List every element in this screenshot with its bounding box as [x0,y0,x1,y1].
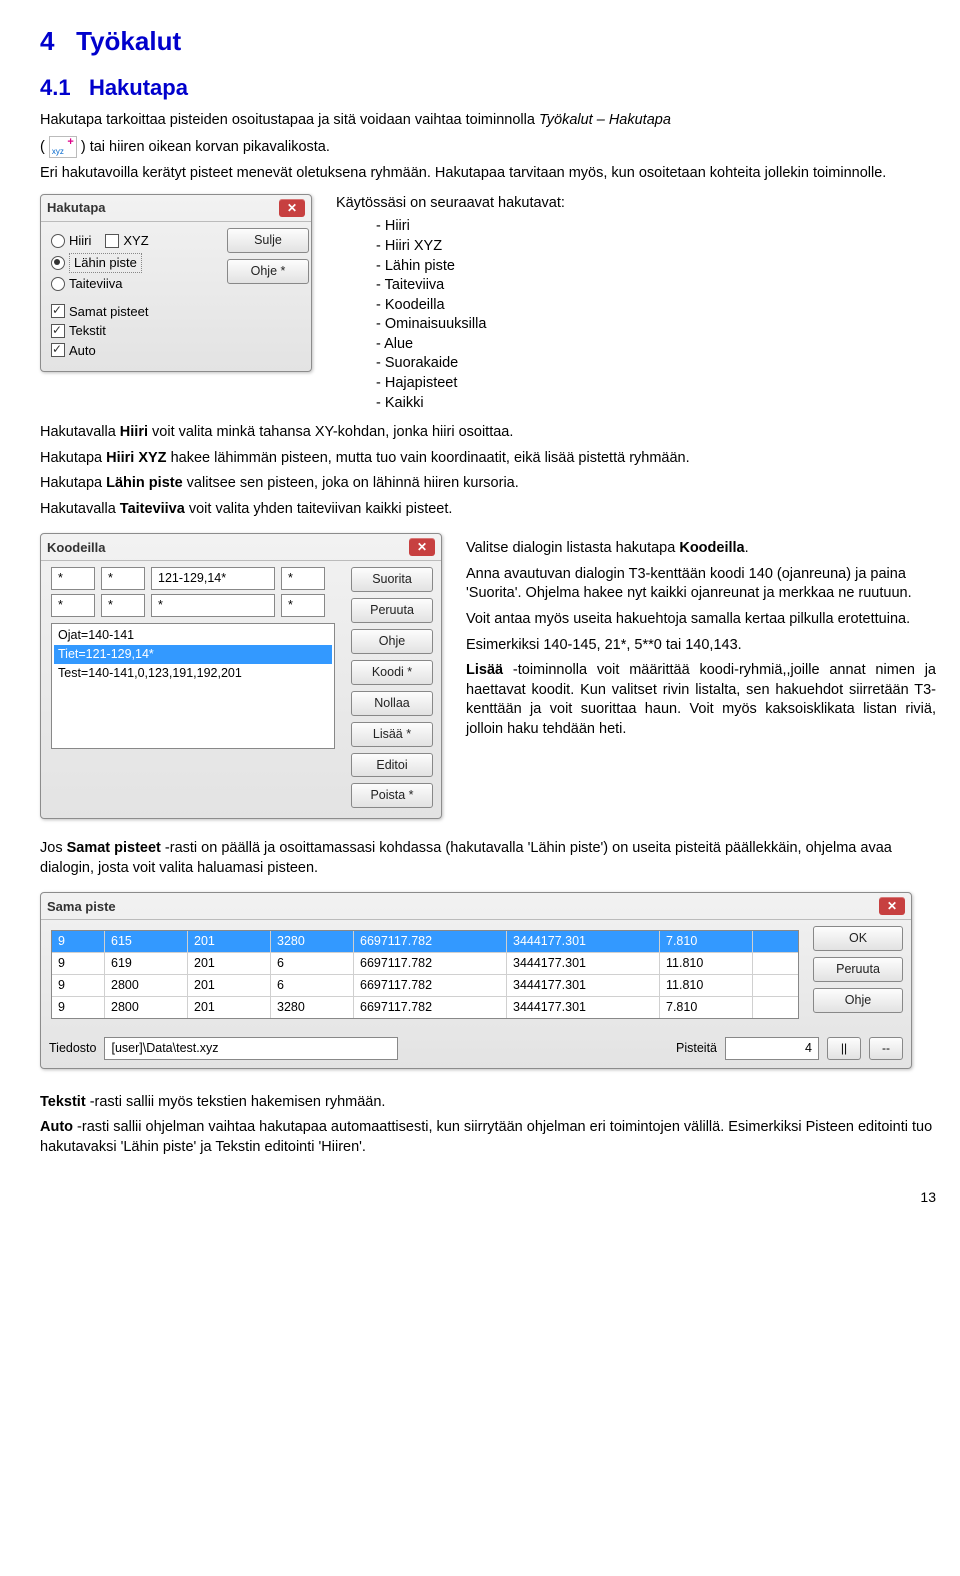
minus-button[interactable]: -- [869,1037,903,1059]
modes-intro: Käytössäsi on seuraavat hakutavat: [336,194,936,214]
page-number: 13 [40,1188,936,1207]
peruuta-button[interactable]: Peruuta [351,598,433,623]
koodeilla-p1: Valitse dialogin listasta hakutapa Koode… [466,539,936,559]
check-auto[interactable]: Auto [51,342,211,360]
field-r2-1[interactable]: * [51,594,95,617]
check-tekstit[interactable]: Tekstit [51,322,211,340]
list-item: Taiteviiva [376,276,936,296]
list-item: Hiiri XYZ [376,237,936,257]
radio-hiiri[interactable]: Hiiri XYZ [51,230,211,252]
radio-lahin-piste[interactable]: Lähin piste [51,253,211,273]
koodeilla-p2: Anna avautuvan dialogin T3-kenttään kood… [466,565,936,604]
koodi-button[interactable]: Koodi * [351,660,433,685]
nollaa-button[interactable]: Nollaa [351,691,433,716]
h2-text: Hakutapa [89,75,188,100]
field-r2-3[interactable]: * [151,594,275,617]
field-t4[interactable]: * [281,567,325,590]
ok-button[interactable]: OK [813,926,903,951]
ohje-button[interactable]: Ohje [813,988,903,1013]
close-icon[interactable]: ✕ [409,538,435,556]
mid-p3: Hakutapa Lähin piste valitsee sen pistee… [40,474,936,494]
table-row[interactable]: 961520132806697117.7823444177.3017.810 [52,931,798,953]
table-row[interactable]: 9280020132806697117.7823444177.3017.810 [52,997,798,1018]
list-item: Ominaisuuksilla [376,315,936,335]
close-icon[interactable]: ✕ [879,897,905,915]
dialog-title: Koodeilla [47,539,106,557]
poista-button[interactable]: Poista * [351,783,433,808]
field-t2[interactable]: * [101,567,145,590]
list-item[interactable]: Tiet=121-129,14* [54,645,332,664]
label-pisteita: Pisteitä [676,1040,717,1057]
check-xyz[interactable]: XYZ [105,232,148,250]
koodeilla-p3: Voit antaa myös useita hakuehtoja samall… [466,610,936,630]
ohje-button[interactable]: Ohje [351,629,433,654]
radio-taiteviiva[interactable]: Taiteviiva [51,275,211,293]
list-item: Koodeilla [376,296,936,316]
peruuta-button[interactable]: Peruuta [813,957,903,982]
samat-intro: Jos Samat pisteet -rasti on päällä ja os… [40,839,936,878]
mid-p1: Hakutavalla Hiiri voit valita minkä taha… [40,423,936,443]
koodi-listbox: Ojat=140-141 Tiet=121-129,14* Test=140-1… [51,623,335,749]
pisteita-field: 4 [725,1037,819,1060]
dialog-title: Hakutapa [47,199,106,217]
sama-piste-table: 961520132806697117.7823444177.3017.81096… [51,930,799,1019]
h1: 4 Työkalut [40,24,936,59]
list-item: Hiiri [376,217,936,237]
dialog-title: Sama piste [47,898,116,916]
h1-num: 4 [40,26,54,56]
list-item: Alue [376,335,936,355]
h2-num: 4.1 [40,75,71,100]
field-t1[interactable]: * [51,567,95,590]
tiedosto-field[interactable]: [user]\Data\test.xyz [104,1037,398,1060]
h2: 4.1 Hakutapa [40,73,936,103]
hakutapa-dialog: Hakutapa ✕ Hiiri XYZ Lähin piste Taite [40,194,312,372]
modes-list: HiiriHiiri XYZLähin pisteTaiteviivaKoode… [336,217,936,413]
table-row[interactable]: 961920166697117.7823444177.30111.810 [52,953,798,975]
table-row[interactable]: 9280020166697117.7823444177.30111.810 [52,975,798,997]
list-item: Lähin piste [376,257,936,277]
label-tiedosto: Tiedosto [49,1040,96,1057]
footer-p2: Auto -rasti sallii ohjelman vaihtaa haku… [40,1118,936,1157]
field-t3[interactable]: 121-129,14* [151,567,275,590]
h1-text: Työkalut [76,26,181,56]
editoi-button[interactable]: Editoi [351,753,433,778]
koodeilla-dialog: Koodeilla ✕ * * 121-129,14* * * * * * [40,533,442,819]
mid-p2: Hakutapa Hiiri XYZ hakee lähimmän pistee… [40,449,936,469]
bar-button[interactable]: || [827,1037,861,1059]
intro-icon-line: ( ) tai hiiren oikean korvan pikavalikos… [40,136,936,158]
list-item[interactable]: Test=140-141,0,123,191,192,201 [54,664,332,683]
koodeilla-p4: Esimerkiksi 140-145, 21*, 5**0 tai 140,1… [466,636,936,656]
check-samat-pisteet[interactable]: Samat pisteet [51,303,211,321]
lisaa-button[interactable]: Lisää * [351,722,433,747]
koodeilla-p5: Lisää -toiminnolla voit määrittää koodi-… [466,661,936,739]
field-r2-2[interactable]: * [101,594,145,617]
list-item: Kaikki [376,394,936,414]
list-item: Suorakaide [376,354,936,374]
list-item[interactable]: Ojat=140-141 [54,626,332,645]
sama-piste-dialog: Sama piste ✕ 961520132806697117.78234441… [40,892,912,1068]
mid-p4: Hakutavalla Taiteviiva voit valita yhden… [40,500,936,520]
suorita-button[interactable]: Suorita [351,567,433,592]
ohje-button[interactable]: Ohje * [227,259,309,284]
xyz-icon [49,136,77,158]
sulje-button[interactable]: Sulje [227,228,309,253]
footer-p1: Tekstit -rasti sallii myös tekstien hake… [40,1093,936,1113]
field-r2-4[interactable]: * [281,594,325,617]
list-item: Hajapisteet [376,374,936,394]
intro-p1: Hakutapa tarkoittaa pisteiden osoitustap… [40,111,936,131]
close-icon[interactable]: ✕ [279,199,305,217]
intro-p2: Eri hakutavoilla kerätyt pisteet menevät… [40,164,936,184]
